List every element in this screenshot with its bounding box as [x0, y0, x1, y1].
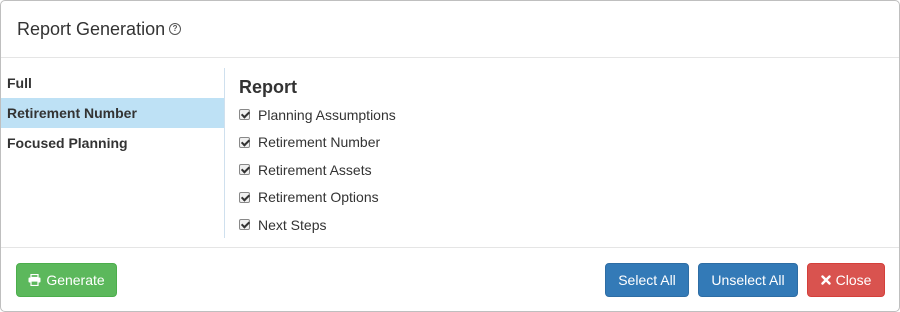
option-label: Planning Assumptions [258, 106, 396, 123]
option-label: Retirement Options [258, 189, 379, 206]
option-row: Next Steps [239, 211, 396, 239]
retirement-assets-checkbox[interactable] [239, 164, 250, 176]
sidebar-item-full[interactable]: Full [1, 68, 224, 98]
report-sections: Report Planning Assumptions Retirement N… [239, 75, 396, 239]
printer-icon [28, 274, 41, 286]
sidebar-item-label: Full [7, 75, 32, 91]
planning-assumptions-checkbox[interactable] [239, 109, 250, 121]
sidebar-item-focused-planning[interactable]: Focused Planning [1, 128, 224, 158]
option-row: Retirement Number [239, 129, 396, 157]
close-label: Close [835, 272, 872, 288]
generate-label: Generate [46, 272, 105, 288]
dialog-header: Report Generation? [1, 1, 899, 58]
retirement-options-checkbox[interactable] [239, 191, 250, 203]
section-heading: Report [239, 77, 297, 97]
option-row: Planning Assumptions [239, 101, 396, 129]
report-type-list: Full Retirement Number Focused Planning [1, 68, 225, 238]
sidebar-item-label: Retirement Number [7, 105, 137, 121]
sidebar-item-label: Focused Planning [7, 135, 128, 151]
select-all-label: Select All [618, 272, 676, 288]
help-icon[interactable]: ? [169, 23, 182, 36]
option-row: Retirement Options [239, 184, 396, 212]
close-button[interactable]: Close [807, 263, 885, 297]
retirement-number-checkbox[interactable] [239, 136, 250, 148]
dialog-footer: Generate Select All Unselect All Close [1, 247, 899, 311]
unselect-all-button[interactable]: Unselect All [698, 263, 798, 297]
dialog-title-row: Report Generation? [17, 17, 182, 41]
unselect-all-label: Unselect All [711, 272, 785, 288]
option-label: Next Steps [258, 216, 327, 233]
close-icon [820, 275, 831, 285]
dialog-title: Report Generation [17, 19, 166, 39]
select-all-button[interactable]: Select All [605, 263, 689, 297]
sidebar-item-retirement-number[interactable]: Retirement Number [1, 98, 224, 128]
option-row: Retirement Assets [239, 156, 396, 184]
report-generation-dialog: Report Generation? Full Retirement Numbe… [0, 0, 900, 312]
generate-button[interactable]: Generate [16, 263, 117, 297]
next-steps-checkbox[interactable] [239, 219, 250, 231]
option-label: Retirement Assets [258, 161, 372, 178]
option-label: Retirement Number [258, 134, 381, 151]
